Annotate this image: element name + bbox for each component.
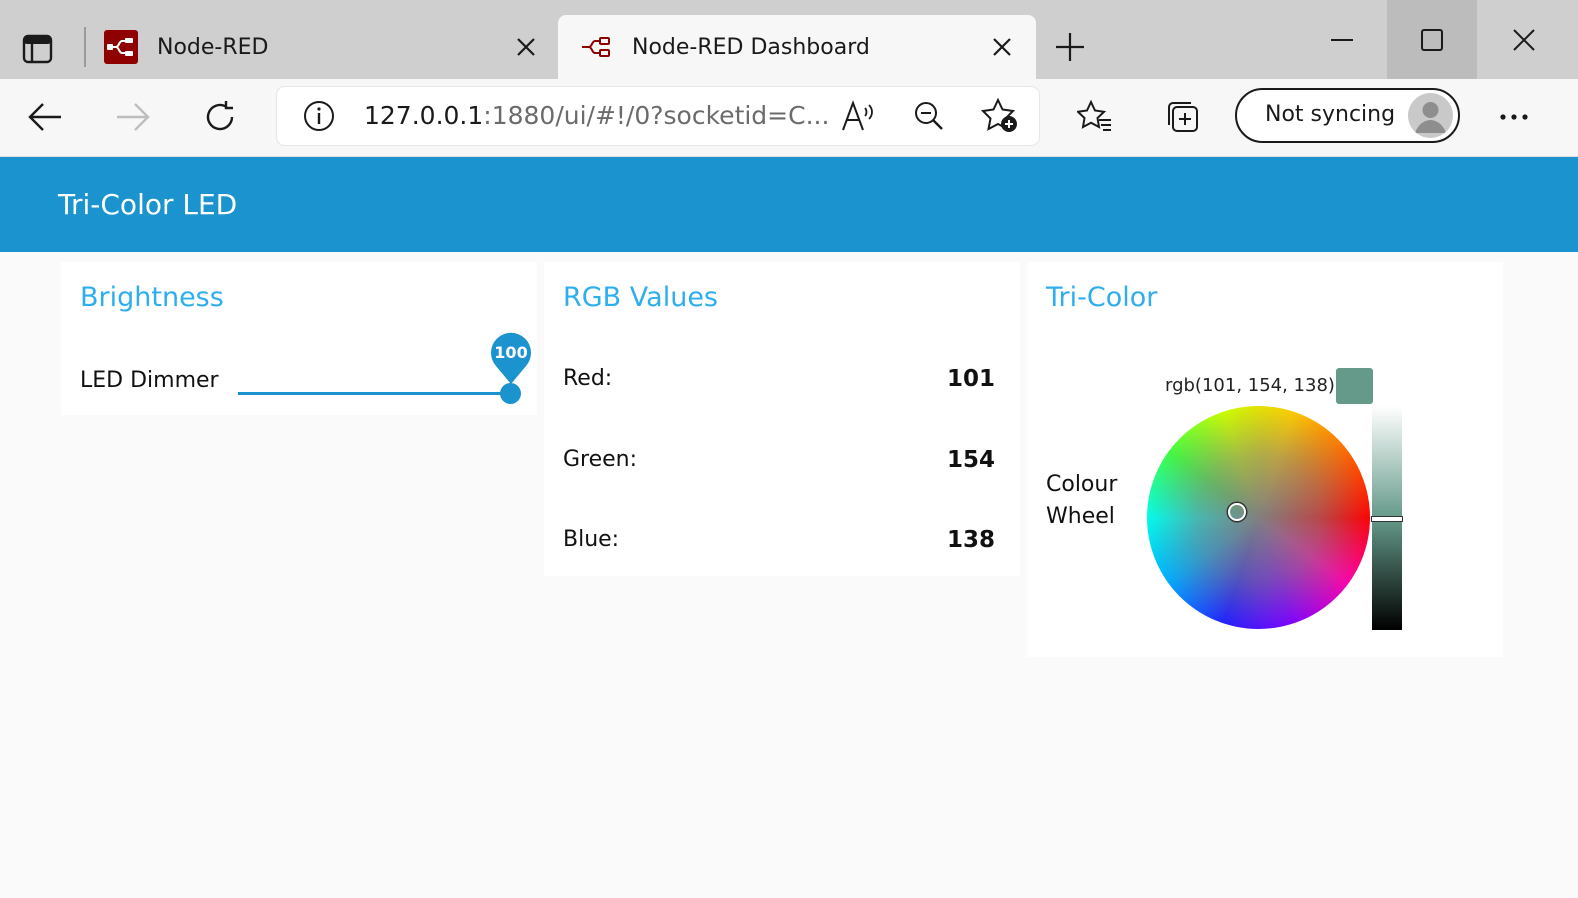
new-tab-plus-icon[interactable] [1054,31,1086,63]
colour-wheel-handle[interactable] [1228,503,1246,521]
row-label: Red: [563,366,613,391]
url-text[interactable]: 127.0.0.1:1880/ui/#!/0?socketid=C... [364,101,829,130]
tri-color-card: Tri-Color Colour Wheel rgb(101, 154, 138… [1027,262,1503,657]
window-close-icon[interactable] [1479,0,1569,79]
maximize-icon[interactable] [1387,0,1477,79]
slider-thumb[interactable] [500,383,521,404]
page-title: Tri-Color LED [58,188,238,221]
row-value: 101 [946,366,995,392]
colour-wheel-label-line1: Colour [1046,472,1118,497]
row-label: Blue: [563,527,620,552]
slider-track [238,392,511,395]
rgb-row-red: Red: 101 [563,366,995,398]
address-bar[interactable]: 127.0.0.1:1880/ui/#!/0?socketid=C... [277,87,1039,145]
dashboard-header: Tri-Color LED [0,157,1578,252]
tab-title: Node-RED [157,34,269,60]
row-label: Green: [563,447,638,472]
close-icon[interactable] [990,35,1014,59]
card-title: RGB Values [563,282,718,313]
slider-label: LED Dimmer [80,368,219,393]
forward-arrow-icon[interactable] [111,95,155,139]
node-red-favicon-icon [104,30,138,64]
url-host: 127.0.0.1 [364,101,484,130]
card-title: Tri-Color [1046,282,1158,313]
site-info-icon[interactable] [303,100,335,132]
card-title: Brightness [80,282,224,313]
read-aloud-icon[interactable] [841,100,875,132]
add-favorite-icon[interactable] [980,97,1019,134]
row-value: 154 [946,447,995,473]
tab-strip: Node-RED Node-RED Dashboard [0,0,1578,79]
wheel-saturation-overlay [1147,406,1370,629]
brightness-strip-handle[interactable] [1372,517,1402,521]
more-options-icon[interactable] [1492,95,1536,139]
rgb-values-card: RGB Values Red: 101 Green: 154 Blue: 138 [544,262,1020,576]
rgb-row-green: Green: 154 [563,447,995,479]
tab-actions-menu-icon[interactable] [22,33,54,65]
node-red-favicon-icon [580,31,612,63]
profile-sync-button[interactable]: Not syncing [1235,88,1460,143]
color-readout: rgb(101, 154, 138) [1165,375,1335,396]
brightness-card: Brightness LED Dimmer 100 [61,262,537,415]
led-dimmer-slider[interactable]: 100 [238,332,531,407]
refresh-icon[interactable] [198,95,242,139]
avatar [1408,93,1453,138]
url-path: :1880/ui/#!/0?socketid=C... [483,101,830,130]
tab-title: Node-RED Dashboard [632,34,870,60]
colour-wheel[interactable] [1147,406,1370,629]
favorites-icon[interactable] [1073,95,1117,139]
slider-value-bubble: 100 [490,332,532,386]
rgb-row-blue: Blue: 138 [563,527,995,559]
navigation-bar: 127.0.0.1:1880/ui/#!/0?socketid=C... Not… [0,79,1578,158]
sync-status-label: Not syncing [1265,102,1396,127]
minimize-icon[interactable] [1297,0,1387,79]
zoom-out-icon[interactable] [913,100,945,132]
row-value: 138 [946,527,995,553]
tab-node-red-dashboard[interactable]: Node-RED Dashboard [558,15,1036,79]
collections-icon[interactable] [1161,95,1205,139]
close-icon[interactable] [514,35,538,59]
color-swatch [1336,368,1373,404]
tab-node-red[interactable]: Node-RED [86,15,558,79]
brightness-strip[interactable] [1372,406,1402,630]
back-arrow-icon[interactable] [23,95,67,139]
slider-value: 100 [494,343,528,362]
colour-wheel-label-line2: Wheel [1046,504,1115,529]
